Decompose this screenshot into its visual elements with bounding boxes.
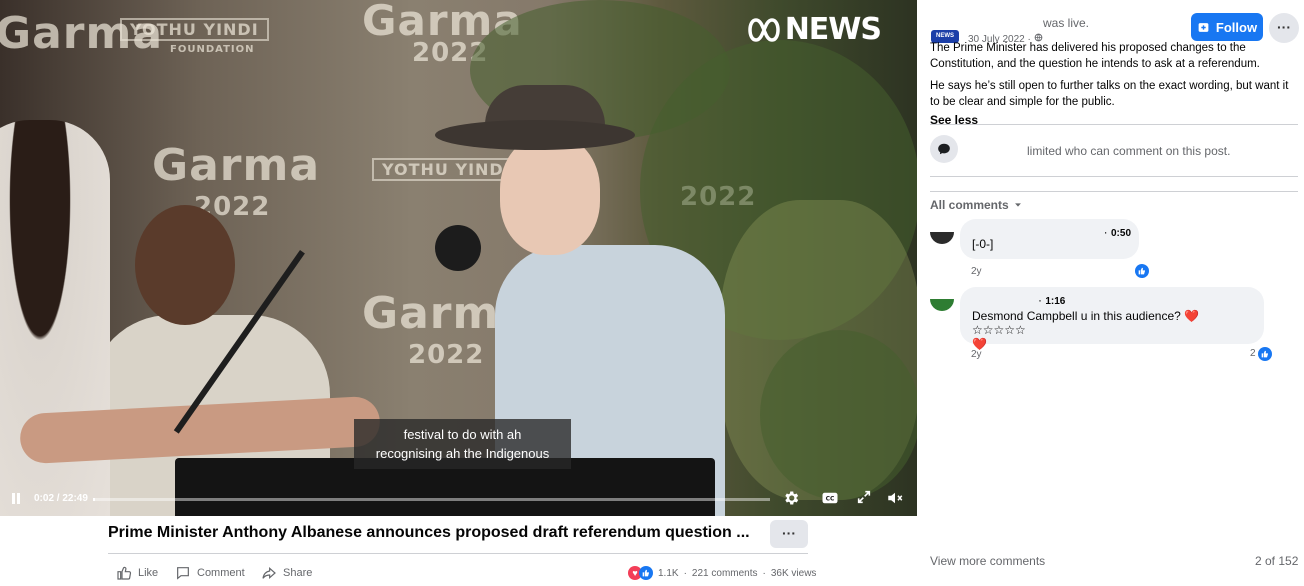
- comment-age[interactable]: 2y: [971, 349, 982, 360]
- comment-text: ❤️: [972, 337, 987, 351]
- like-reaction-icon[interactable]: [1135, 264, 1149, 278]
- reactions-count[interactable]: 1.1K: [658, 568, 679, 579]
- like-reaction-icon[interactable]: [1258, 347, 1272, 361]
- chevron-down-icon: [1014, 203, 1021, 207]
- foliage: [760, 330, 917, 500]
- backdrop-banner-sub: FOUNDATION: [170, 44, 255, 55]
- view-more-comments-link[interactable]: View more comments: [930, 554, 1045, 568]
- post-paragraph: He says he’s still open to further talks…: [930, 80, 1289, 108]
- comment-sort-label: All comments: [930, 198, 1009, 212]
- follow-label: Follow: [1215, 19, 1258, 35]
- like-button[interactable]: Like: [116, 565, 158, 581]
- separator: ·: [1103, 225, 1111, 239]
- video-controls: 0:02 / 22:49 CC: [0, 484, 917, 516]
- comment-text: Desmond Campbell u in this audience? ❤️ …: [972, 309, 1200, 337]
- comment-label: Comment: [197, 567, 245, 579]
- thumbs-up-icon: [117, 566, 132, 580]
- comment-button[interactable]: Comment: [175, 565, 245, 581]
- avatar[interactable]: [930, 299, 954, 311]
- comment-sort-dropdown[interactable]: All comments: [930, 198, 1023, 212]
- more-options-button[interactable]: ···: [1269, 13, 1299, 43]
- post-panel: NEWS was live. 30 July 2022 · Follow ···…: [917, 0, 1304, 586]
- share-icon: [262, 567, 276, 579]
- comment-text: [-0-]: [972, 237, 994, 251]
- backdrop-year-text: 2022: [408, 340, 485, 370]
- post-stats: ♥ 1.1K · 221 comments · 36K views: [628, 566, 816, 580]
- comment-timestamp[interactable]: · 0:50: [1104, 225, 1131, 239]
- backdrop-event-text: Garma: [152, 140, 321, 191]
- views-count: 36K views: [770, 567, 817, 579]
- progress-bar[interactable]: [93, 498, 770, 501]
- comment-timestamp-text: 0:50: [1110, 228, 1131, 239]
- logo-text: NEWS: [784, 12, 882, 47]
- post-paragraph: The Prime Minister has delivered his pro…: [930, 42, 1260, 70]
- divider: [930, 176, 1298, 177]
- abc-logo-icon: [747, 17, 780, 42]
- comment-icon: [177, 567, 189, 580]
- like-label: Like: [138, 567, 159, 579]
- video-time: 0:02 / 22:49: [34, 493, 88, 504]
- svg-text:CC: CC: [826, 496, 835, 503]
- microphone-icon: [435, 225, 481, 271]
- comment-restriction-notice: limited who can comment on this post.: [1027, 144, 1231, 158]
- divider: [108, 553, 808, 554]
- muted-volume-icon[interactable]: [886, 489, 906, 509]
- gear-icon[interactable]: [782, 489, 802, 509]
- separator: ·: [683, 567, 687, 579]
- avatar[interactable]: [930, 232, 954, 244]
- comment-pagination: 2 of 152: [1255, 554, 1299, 568]
- video-player[interactable]: Garma YOTHU YINDI FOUNDATION Garma 2022 …: [0, 0, 917, 516]
- post-body: The Prime Minister has delivered his pro…: [930, 40, 1300, 128]
- closed-captions-icon[interactable]: CC: [821, 489, 841, 509]
- pause-icon[interactable]: [11, 493, 21, 507]
- progress-fill: [93, 498, 96, 501]
- abc-news-logo: NEWS: [747, 12, 882, 47]
- more-options-button[interactable]: ···: [770, 520, 808, 548]
- separator: ·: [762, 567, 766, 579]
- comment-bubble: · 0:50 [-0-]: [960, 219, 1139, 259]
- follow-page-icon: [1198, 22, 1209, 32]
- backdrop-banner-text: YOTHU YINDI: [120, 18, 269, 41]
- video-subtitle: festival to do with ah recognising ah th…: [354, 419, 571, 469]
- comment-like-count[interactable]: 2: [1250, 348, 1256, 359]
- divider: [930, 124, 1298, 125]
- subtitle-line: recognising ah the Indigenous: [375, 446, 550, 461]
- comment-restricted-icon: [930, 135, 958, 163]
- share-label: Share: [283, 567, 313, 579]
- comment-timestamp[interactable]: · 1:16: [1038, 293, 1065, 307]
- like-reaction-icon: [639, 566, 653, 580]
- comments-count[interactable]: 221 comments: [692, 568, 758, 579]
- share-button[interactable]: Share: [261, 565, 312, 581]
- see-less-link[interactable]: See less: [930, 112, 1300, 128]
- video-title: Prime Minister Anthony Albanese announce…: [108, 524, 750, 541]
- live-status: was live.: [1043, 16, 1090, 30]
- comment-bubble: · 1:16 Desmond Campbell u in this audien…: [960, 287, 1264, 351]
- divider: [930, 191, 1298, 192]
- fullscreen-icon[interactable]: [856, 489, 876, 509]
- comment-timestamp-text: 1:16: [1045, 296, 1066, 307]
- comment-age[interactable]: 2y: [971, 266, 982, 277]
- subtitle-line: festival to do with ah: [403, 427, 522, 442]
- follow-button[interactable]: Follow: [1191, 13, 1263, 41]
